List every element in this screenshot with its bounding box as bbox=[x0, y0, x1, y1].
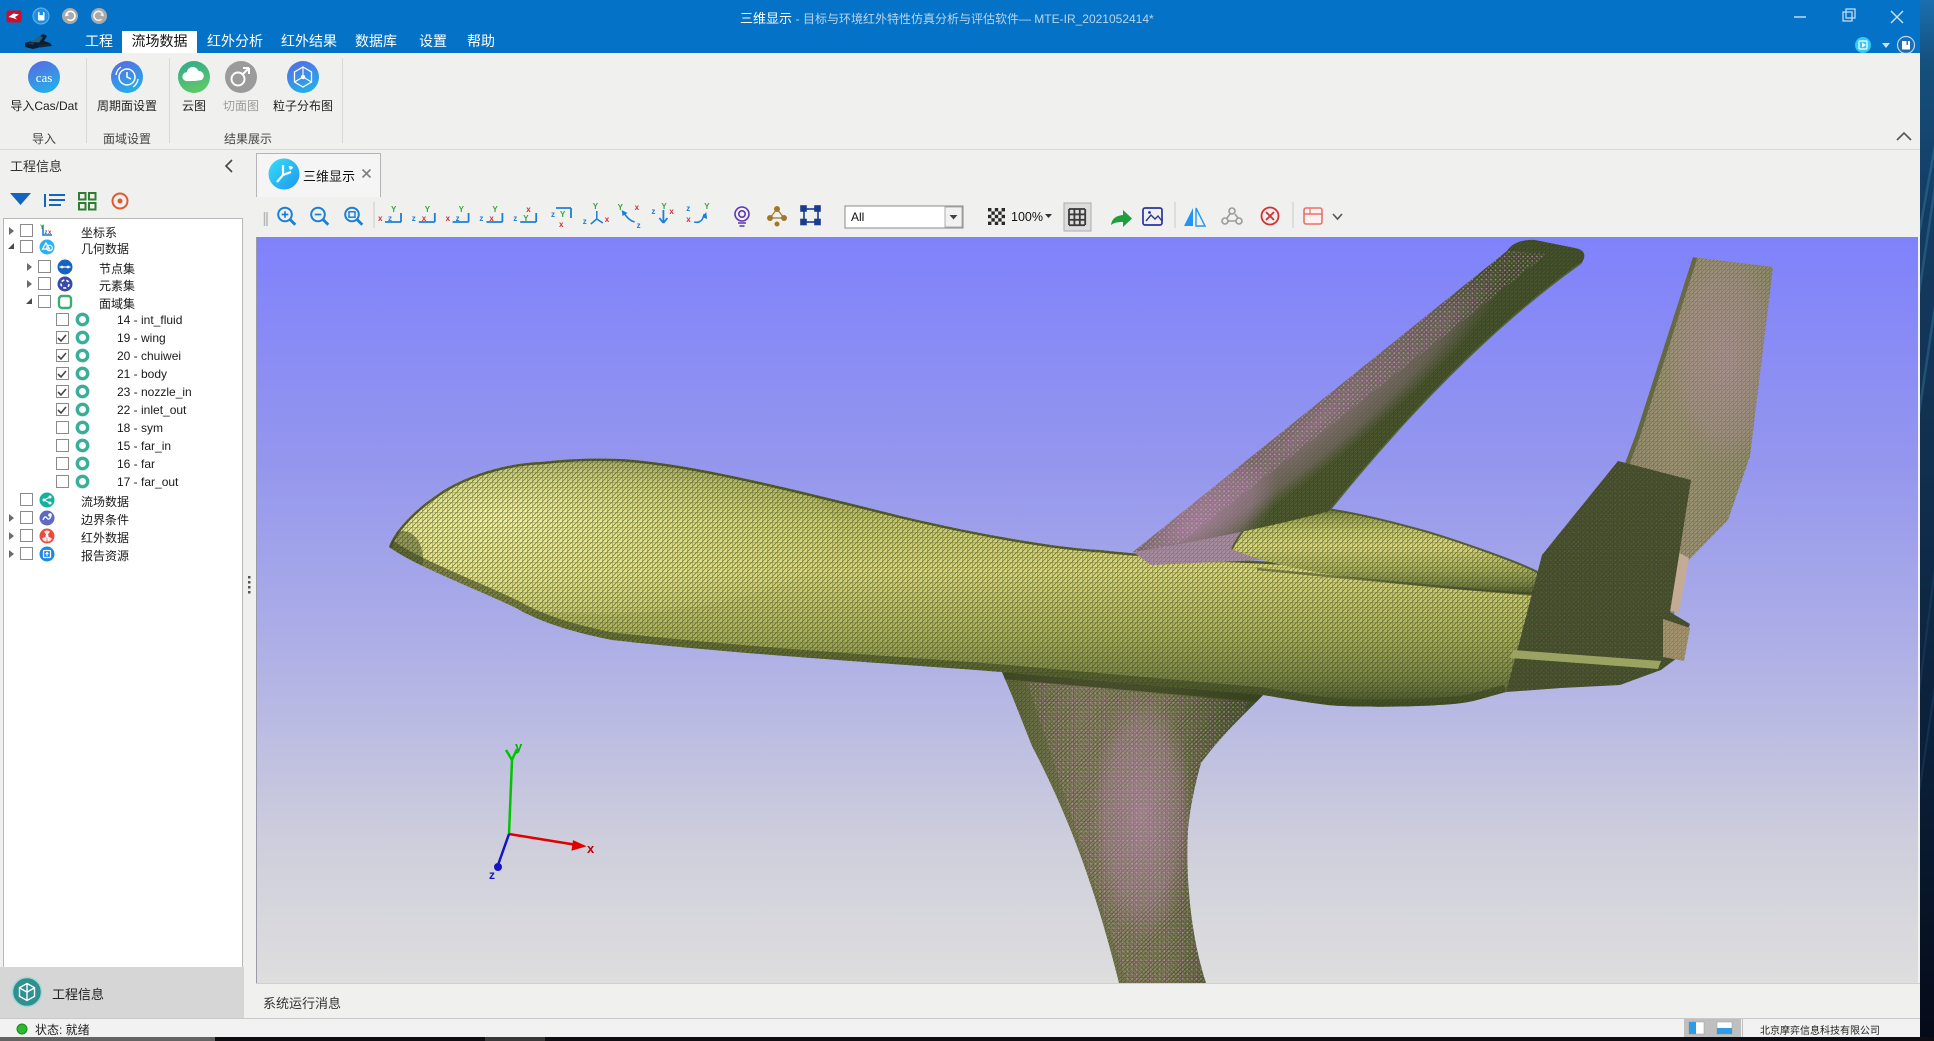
svg-text:z: z bbox=[637, 221, 641, 230]
svg-text:y: y bbox=[515, 739, 523, 754]
svg-text:z: z bbox=[456, 214, 460, 223]
svg-text:Y: Y bbox=[391, 205, 397, 214]
svg-text:z: z bbox=[583, 217, 587, 226]
svg-text:x: x bbox=[587, 841, 595, 856]
svg-text:Y: Y bbox=[661, 202, 667, 211]
svg-text:Y: Y bbox=[425, 205, 431, 214]
svg-text:z: z bbox=[489, 868, 495, 882]
svg-text:x: x bbox=[635, 203, 640, 212]
svg-text:x: x bbox=[669, 207, 674, 216]
svg-text:z: z bbox=[388, 214, 392, 223]
svg-text:z: z bbox=[412, 214, 416, 223]
svg-text:Y: Y bbox=[593, 202, 599, 211]
svg-text:x: x bbox=[378, 214, 383, 223]
svg-text:z: z bbox=[479, 214, 483, 223]
svg-text:z: z bbox=[513, 214, 517, 223]
svg-text:x: x bbox=[446, 214, 451, 223]
svg-text:x: x bbox=[605, 215, 610, 224]
svg-text:Y: Y bbox=[40, 225, 44, 231]
svg-text:Y: Y bbox=[459, 205, 465, 214]
svg-text:Y: Y bbox=[618, 203, 624, 212]
svg-text:z: z bbox=[651, 207, 655, 216]
svg-text:z: z bbox=[686, 204, 690, 213]
svg-text:cas: cas bbox=[36, 70, 53, 85]
svg-text:x: x bbox=[559, 220, 564, 229]
svg-text:x: x bbox=[686, 215, 691, 224]
svg-text:Y: Y bbox=[523, 214, 529, 223]
svg-text:z: z bbox=[551, 210, 555, 219]
svg-text:Y: Y bbox=[704, 202, 710, 211]
svg-text:x: x bbox=[422, 214, 427, 223]
svg-text:Y: Y bbox=[492, 205, 498, 214]
svg-text:100%: 100% bbox=[1011, 210, 1043, 224]
svg-text:x: x bbox=[526, 205, 531, 214]
svg-text:x: x bbox=[489, 214, 494, 223]
svg-text:All: All bbox=[851, 210, 864, 224]
svg-text:Y: Y bbox=[560, 210, 566, 219]
